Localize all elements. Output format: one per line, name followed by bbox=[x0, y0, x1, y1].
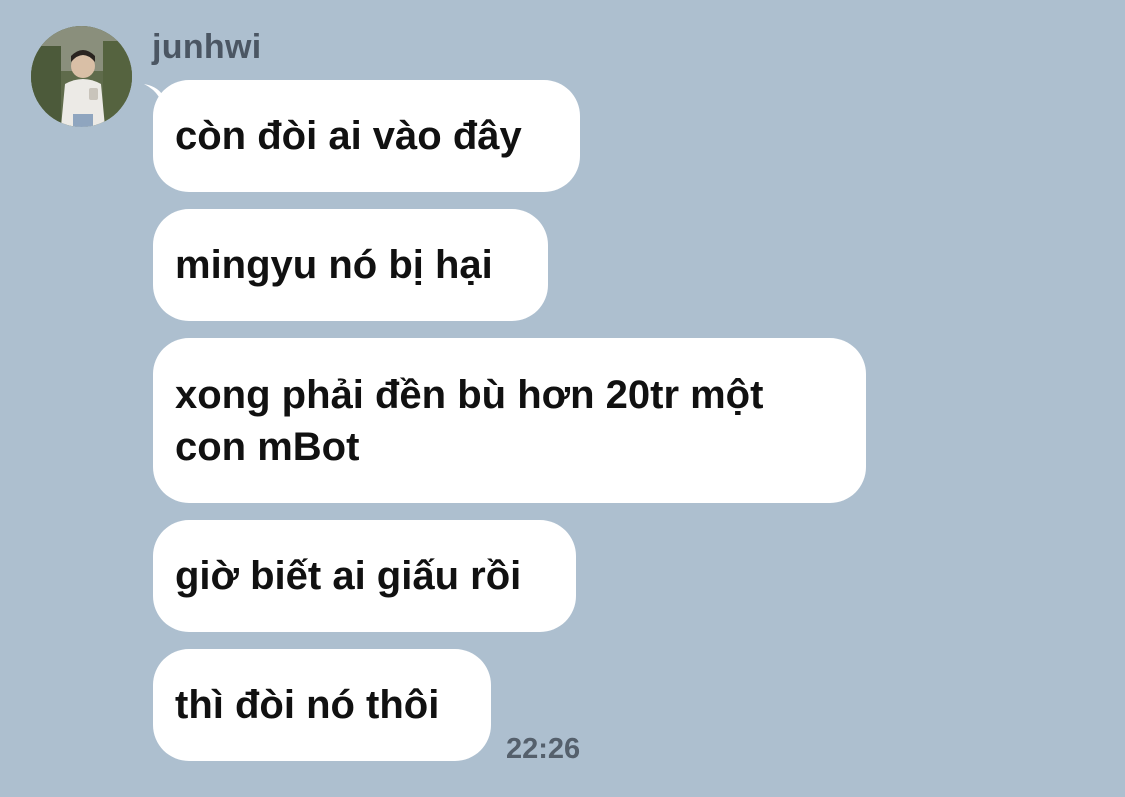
message-bubble[interactable]: giờ biết ai giấu rồi bbox=[153, 520, 576, 632]
message-bubble[interactable]: thì đòi nó thôi bbox=[153, 649, 491, 761]
message-text: còn đòi ai vào đây bbox=[175, 114, 522, 158]
message-bubble[interactable]: xong phải đền bù hơn 20tr một con mBot bbox=[153, 338, 866, 503]
message-text: thì đòi nó thôi bbox=[175, 683, 440, 727]
avatar-photo-icon bbox=[31, 26, 132, 127]
sender-avatar[interactable] bbox=[31, 26, 132, 127]
sender-name: junhwi bbox=[152, 28, 262, 66]
message-timestamp: 22:26 bbox=[506, 733, 581, 765]
message-text: giờ biết ai giấu rồi bbox=[175, 554, 522, 598]
message-text: xong phải đền bù hơn 20tr một con mBot bbox=[175, 372, 764, 469]
message-bubble[interactable]: còn đòi ai vào đây bbox=[153, 80, 580, 192]
message-text: mingyu nó bị hại bbox=[175, 243, 493, 287]
message-bubble[interactable]: mingyu nó bị hại bbox=[153, 209, 548, 321]
